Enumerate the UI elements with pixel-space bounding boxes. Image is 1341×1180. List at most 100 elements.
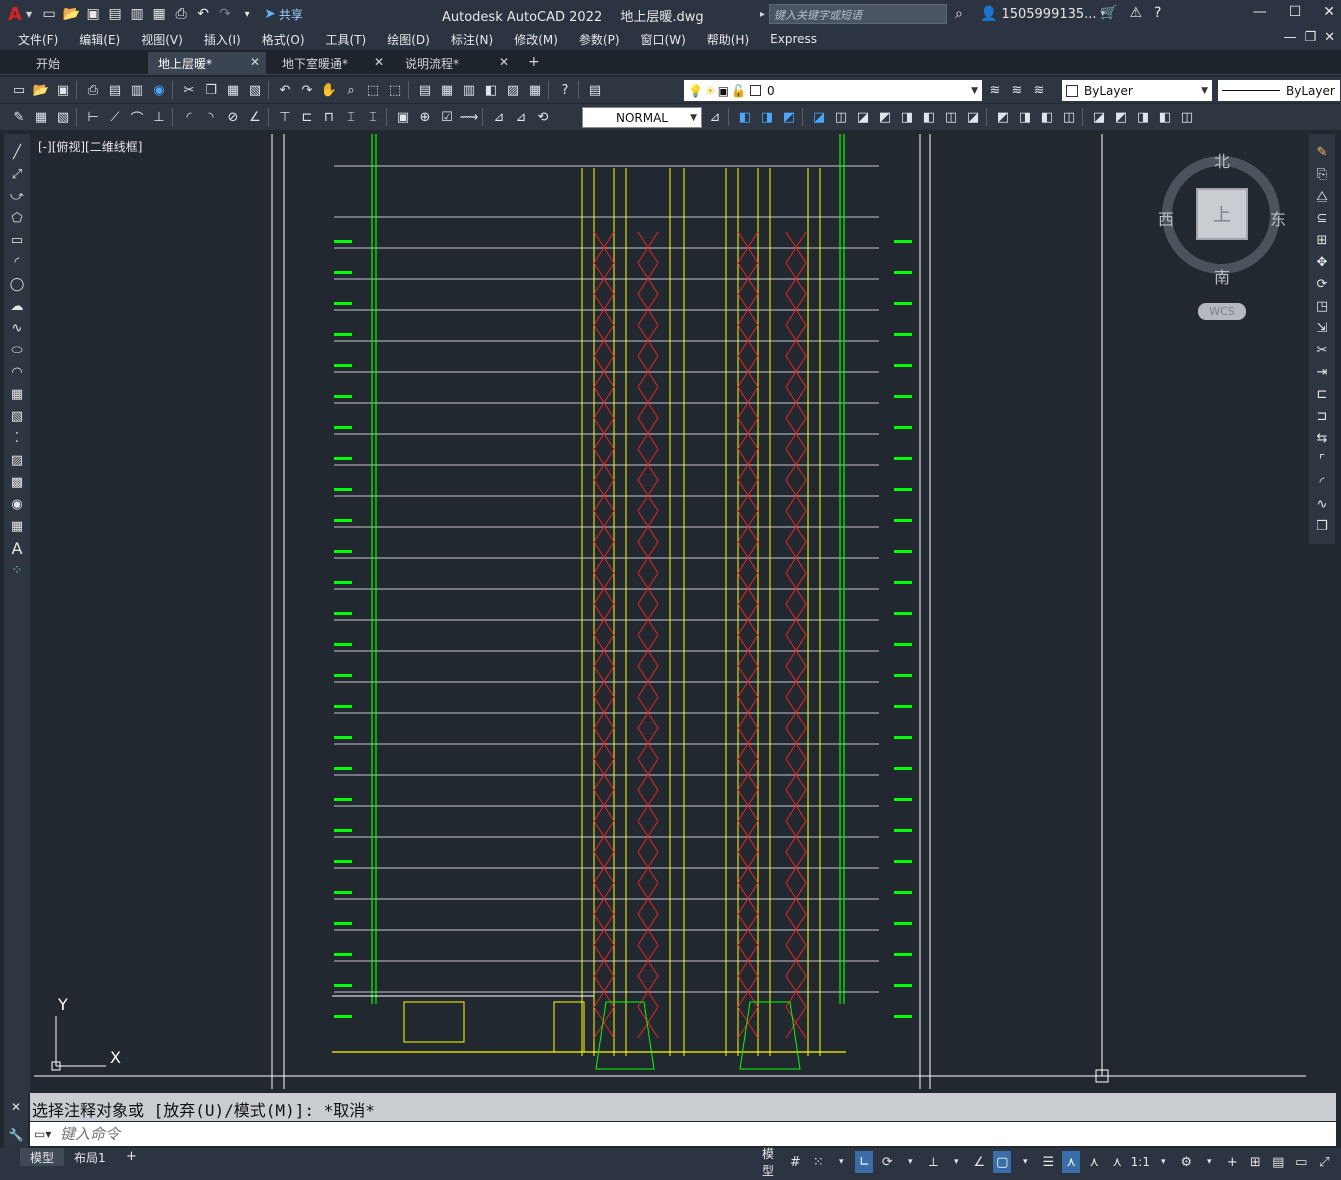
- minimize-icon[interactable]: —: [1253, 4, 1267, 20]
- markup-icon[interactable]: ▨: [504, 81, 522, 99]
- dim-break-icon[interactable]: ⌶: [364, 108, 382, 126]
- isodraft-icon[interactable]: ⟂: [924, 1151, 942, 1173]
- preview-icon[interactable]: ▤: [106, 81, 124, 99]
- layer-lock-icon[interactable]: 🔓: [731, 84, 746, 98]
- object-snap-tracking-icon[interactable]: ∠: [970, 1151, 988, 1173]
- dim-baseline-icon[interactable]: ⊏: [298, 108, 316, 126]
- open-web-icon[interactable]: ▥: [128, 5, 146, 23]
- dim-jogged-icon[interactable]: ◝: [202, 108, 220, 126]
- quick-dim-icon[interactable]: ⊤: [276, 108, 294, 126]
- customize-icon[interactable]: ▾: [238, 5, 256, 23]
- autodesk-app-icon[interactable]: ⚠: [1129, 5, 1142, 21]
- ortho-icon[interactable]: ∟: [855, 1151, 874, 1173]
- compass-east[interactable]: 东: [1270, 206, 1286, 230]
- properties-icon[interactable]: ▤: [416, 81, 434, 99]
- dim-linear-icon[interactable]: ⊢: [84, 108, 102, 126]
- clean-icon[interactable]: ◫: [1060, 108, 1078, 126]
- make-current-layer-icon[interactable]: ≋: [986, 81, 1004, 99]
- cart-icon[interactable]: 🛒: [1100, 5, 1117, 21]
- move-faces-icon[interactable]: ◫: [832, 108, 850, 126]
- tab-start[interactable]: 开始: [26, 52, 148, 75]
- layer-on-icon[interactable]: 💡: [688, 84, 703, 98]
- dim-aligned-icon[interactable]: ⟋: [106, 108, 124, 126]
- publish-3d-icon[interactable]: ◉: [150, 81, 168, 99]
- plot-icon[interactable]: ⎙: [172, 5, 190, 23]
- annotation-scale-icon[interactable]: ⋏: [1108, 1151, 1126, 1173]
- redo-icon[interactable]: ↷: [216, 5, 234, 23]
- offset-faces-icon[interactable]: ◪: [854, 108, 872, 126]
- separate-icon[interactable]: ◪: [1090, 108, 1108, 126]
- redo-icon[interactable]: ↷: [298, 81, 316, 99]
- menu-modify[interactable]: 修改(M): [514, 31, 558, 48]
- close-tab-icon[interactable]: ✕: [374, 55, 384, 69]
- design-center-icon[interactable]: ▦: [438, 81, 456, 99]
- intersect-icon[interactable]: ◩: [780, 108, 798, 126]
- cut-icon[interactable]: ✂: [180, 81, 198, 99]
- save-icon[interactable]: ▣: [54, 81, 72, 99]
- edit-text-icon[interactable]: ✎: [10, 108, 28, 126]
- doc-minimize-icon[interactable]: —: [1283, 30, 1296, 45]
- copy-faces-icon[interactable]: ◫: [942, 108, 960, 126]
- add-selected-icon[interactable]: ⁘: [7, 560, 27, 580]
- quickcalc-icon[interactable]: ▦: [526, 81, 544, 99]
- tab-description-flow[interactable]: 说明流程* ✕: [395, 52, 515, 75]
- layout-tab-layout1[interactable]: 布局1: [64, 1148, 116, 1166]
- menu-tools[interactable]: 工具(T): [326, 31, 367, 48]
- section-icon[interactable]: ◫: [1178, 108, 1196, 126]
- dim-diameter-icon[interactable]: ⊘: [224, 108, 242, 126]
- layer-state-icon[interactable]: ▦: [32, 108, 50, 126]
- publish-icon[interactable]: ▥: [128, 81, 146, 99]
- pan-icon[interactable]: ✋: [320, 81, 338, 99]
- maximize-icon[interactable]: ☐: [1289, 4, 1302, 20]
- mirror-icon[interactable]: ⧋: [1312, 186, 1332, 206]
- workspace-chevron-icon[interactable]: ▾: [1200, 1151, 1218, 1173]
- insert-block-icon[interactable]: ▦: [7, 384, 27, 404]
- sheet-set-icon[interactable]: ◧: [482, 81, 500, 99]
- chamfer-icon[interactable]: ⌜: [1312, 450, 1332, 470]
- new-icon[interactable]: ▭: [40, 5, 58, 23]
- layout-tab-model[interactable]: 模型: [20, 1148, 65, 1166]
- user-menu[interactable]: 👤 1505999135... ▾: [980, 6, 1105, 22]
- menu-parametric[interactable]: 参数(P): [579, 31, 620, 48]
- dim-style-dropdown[interactable]: NORMAL ▼: [582, 107, 702, 128]
- join-icon[interactable]: ⇆: [1312, 428, 1332, 448]
- color-dropdown[interactable]: ByLayer ▼: [1062, 80, 1212, 101]
- isodraft-chevron-icon[interactable]: ▾: [947, 1151, 965, 1173]
- extrude-faces-icon[interactable]: ◪: [810, 108, 828, 126]
- menu-draw[interactable]: 绘图(D): [387, 31, 430, 48]
- viewcube-top-face[interactable]: 上: [1196, 188, 1248, 240]
- zoom-previous-icon[interactable]: ⬚: [386, 81, 404, 99]
- match-properties-icon[interactable]: ▧: [246, 81, 264, 99]
- doc-restore-icon[interactable]: ❐: [1304, 30, 1316, 45]
- open-icon[interactable]: 📂: [32, 81, 50, 99]
- menu-dimension[interactable]: 标注(N): [451, 31, 493, 48]
- dim-space-icon[interactable]: ⌶: [342, 108, 360, 126]
- search-icon[interactable]: ⌕: [955, 6, 963, 22]
- compass-west[interactable]: 西: [1158, 206, 1174, 230]
- clean-screen-icon[interactable]: ⤢: [1315, 1151, 1333, 1173]
- layer-vp-freeze-icon[interactable]: ▣: [718, 84, 729, 98]
- copy-icon[interactable]: ❐: [202, 81, 220, 99]
- new-tab-icon[interactable]: +: [528, 54, 540, 70]
- menu-window[interactable]: 窗口(W): [641, 31, 686, 48]
- line-icon[interactable]: ╱: [7, 142, 27, 162]
- solid-history-icon[interactable]: ◧: [1156, 108, 1174, 126]
- inspect-icon[interactable]: ☑: [438, 108, 456, 126]
- hatch-icon[interactable]: ▨: [7, 450, 27, 470]
- copy-edges-icon[interactable]: ◩: [994, 108, 1012, 126]
- arc-icon[interactable]: ◜: [7, 252, 27, 272]
- viewcube[interactable]: 上 北 南 西 东: [1158, 152, 1286, 287]
- close-tab-icon[interactable]: ✕: [250, 55, 260, 69]
- spline-icon[interactable]: ∿: [7, 318, 27, 338]
- annotation-scale-value[interactable]: 1:1: [1131, 1151, 1150, 1173]
- zoom-realtime-icon[interactable]: ⌕: [342, 81, 360, 99]
- revision-cloud-icon[interactable]: ☁: [7, 296, 27, 316]
- wcs-menu[interactable]: WCS: [1198, 303, 1246, 320]
- check-icon[interactable]: ◨: [1134, 108, 1152, 126]
- add-layout-icon[interactable]: +: [126, 1149, 137, 1164]
- extend-icon[interactable]: ⇥: [1312, 362, 1332, 382]
- tab-basement-hvac[interactable]: 地下室暖通* ✕: [272, 52, 390, 75]
- copy-object-icon[interactable]: ⎘: [1312, 164, 1332, 184]
- union-icon[interactable]: ◧: [736, 108, 754, 126]
- undo-icon[interactable]: ↶: [194, 5, 212, 23]
